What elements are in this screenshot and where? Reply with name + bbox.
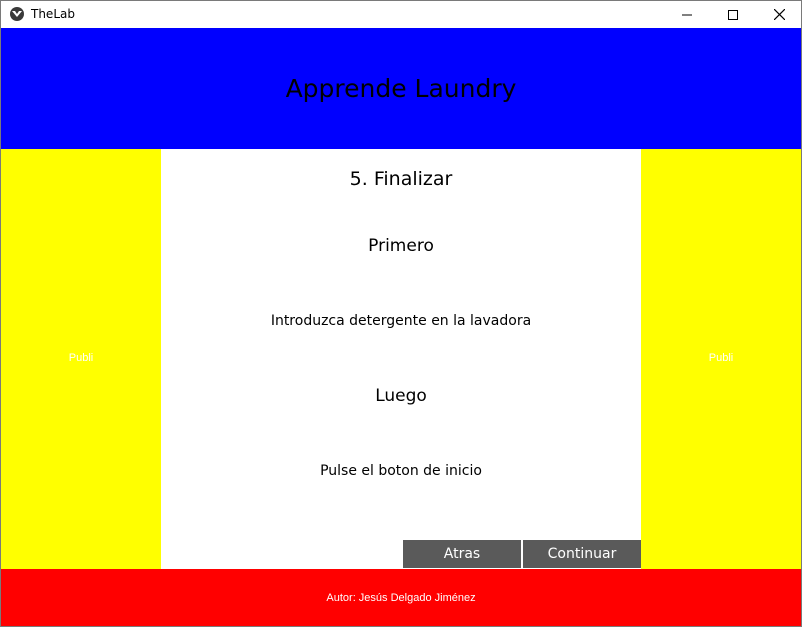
author-credit: Autor: Jesús Delgado Jiménez: [326, 592, 476, 604]
back-button[interactable]: Atras: [403, 540, 521, 568]
ad-label-right: Publi: [708, 352, 734, 364]
minimize-button[interactable]: [664, 1, 710, 28]
close-icon: [773, 9, 785, 20]
ad-panel-left[interactable]: Publi: [1, 149, 161, 569]
ad-label-left: Publi: [68, 352, 94, 364]
close-button[interactable]: [756, 1, 802, 28]
minimize-icon: [682, 14, 692, 15]
maximize-icon: [728, 9, 738, 20]
footer-bar: Autor: Jesús Delgado Jiménez: [1, 569, 801, 626]
content-panel: 5. Finalizar Primero Introduzca detergen…: [161, 149, 641, 569]
first-heading: Primero: [368, 236, 434, 256]
ad-panel-right[interactable]: Publi: [641, 149, 801, 569]
step-title: 5. Finalizar: [349, 168, 453, 190]
window-title: TheLab: [31, 7, 75, 21]
then-heading: Luego: [375, 386, 427, 406]
then-instruction: Pulse el boton de inicio: [320, 463, 482, 479]
app-title: Apprende Laundry: [285, 74, 517, 103]
app-window: TheLab Apprende Laundry Publi 5. Finaliz…: [0, 0, 802, 627]
app-icon: [10, 7, 24, 21]
header-banner: Apprende Laundry: [1, 28, 801, 149]
first-instruction: Introduzca detergente en la lavadora: [270, 313, 532, 329]
continue-button[interactable]: Continuar: [523, 540, 641, 568]
maximize-button[interactable]: [710, 1, 756, 28]
title-bar[interactable]: TheLab: [1, 1, 801, 28]
